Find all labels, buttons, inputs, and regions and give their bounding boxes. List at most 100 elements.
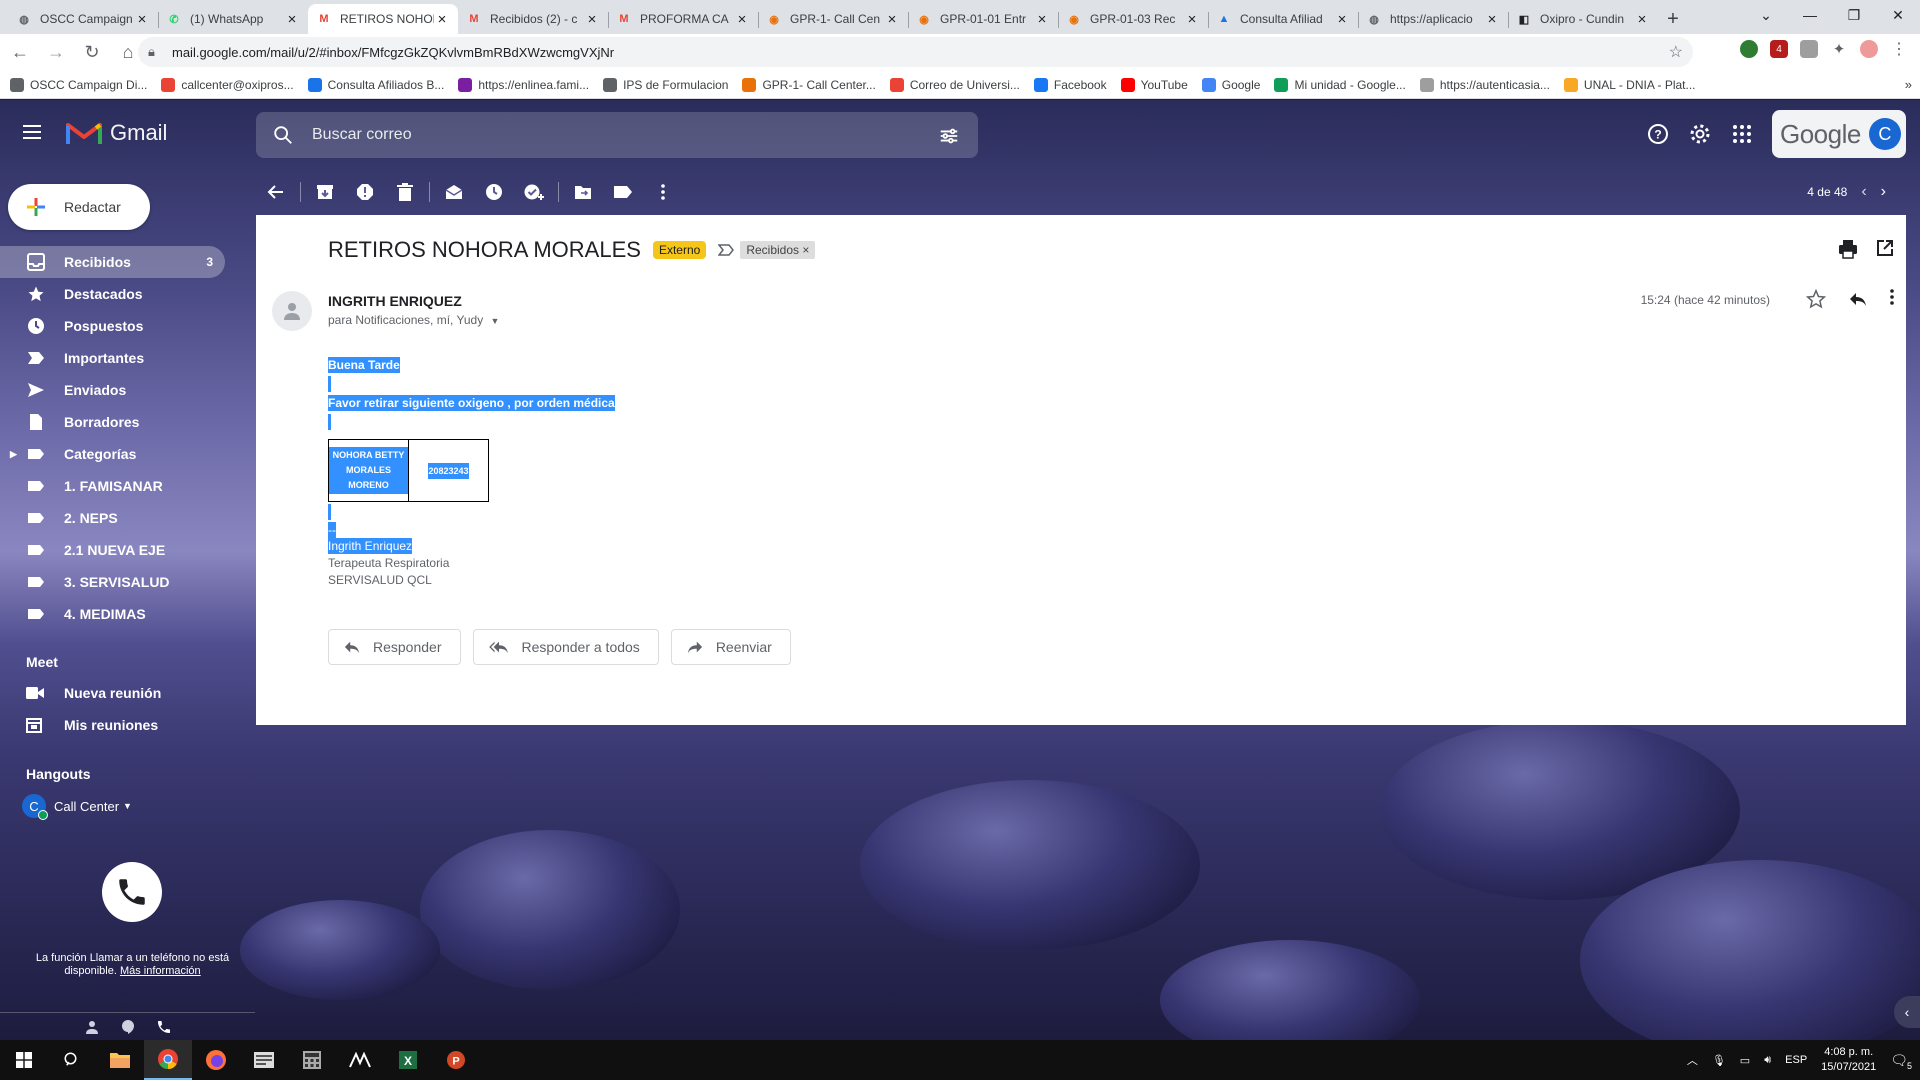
- tray-chevron-up-icon[interactable]: ︿: [1687, 1052, 1698, 1068]
- close-tab-icon[interactable]: ×: [1184, 11, 1200, 28]
- kebab-menu-icon[interactable]: ⋮: [1890, 40, 1908, 58]
- close-tab-icon[interactable]: ×: [1034, 11, 1050, 28]
- close-tab-icon[interactable]: ×: [1334, 11, 1350, 28]
- sidebar-item-1-famisanar[interactable]: 1. FAMISANAR: [0, 470, 225, 502]
- bookmark-item[interactable]: OSCC Campaign Di...: [10, 77, 147, 92]
- puzzle-icon[interactable]: ✦: [1830, 40, 1848, 58]
- account-avatar[interactable]: C: [1868, 118, 1901, 150]
- sidebar-item-2-1-nueva-eje[interactable]: 2.1 NUEVA EJE: [0, 534, 225, 566]
- excel-taskbar-icon[interactable]: X: [384, 1040, 432, 1080]
- bookmark-item[interactable]: GPR-1- Call Center...: [742, 77, 876, 92]
- archive-icon[interactable]: [305, 172, 345, 212]
- bookmarks-more-icon[interactable]: »: [1905, 77, 1912, 92]
- close-tab-icon[interactable]: ×: [884, 11, 900, 28]
- more-options-icon[interactable]: [643, 172, 683, 212]
- search-input[interactable]: Buscar correo: [312, 126, 412, 144]
- windows-start-icon[interactable]: [0, 1040, 48, 1080]
- side-panel-toggle-icon[interactable]: ‹: [1894, 996, 1920, 1028]
- bookmark-item[interactable]: Google: [1201, 77, 1260, 92]
- older-chevron-right-icon[interactable]: ›: [1881, 183, 1886, 201]
- reply-all-button[interactable]: Responder a todos: [472, 629, 659, 665]
- my-meetings-item[interactable]: Mis reuniones: [26, 717, 158, 733]
- tab-0[interactable]: ◍ OSCC Campaign ×: [8, 4, 158, 34]
- dropdown-arrow-icon[interactable]: ▼: [123, 801, 132, 811]
- google-account-button[interactable]: Google C: [1772, 110, 1906, 158]
- sidebar-item-enviados[interactable]: Enviados: [0, 374, 225, 406]
- powerpoint-taskbar-icon[interactable]: P: [432, 1040, 480, 1080]
- compose-button[interactable]: Redactar: [8, 184, 150, 230]
- snooze-clock-icon[interactable]: [474, 172, 514, 212]
- search-icon[interactable]: [272, 124, 294, 146]
- close-tab-icon[interactable]: ×: [284, 11, 300, 28]
- notifications-icon[interactable]: 🗨︎ 5: [1890, 1052, 1912, 1071]
- back-button[interactable]: ←: [4, 37, 36, 69]
- volume-icon[interactable]: 🔊︎: [1764, 1054, 1771, 1067]
- reply-icon[interactable]: [1848, 289, 1868, 309]
- settings-gear-icon[interactable]: [1688, 122, 1712, 146]
- bookmark-item[interactable]: IPS de Formulacion: [603, 77, 728, 92]
- bookmark-item[interactable]: https://enlinea.fami...: [458, 77, 589, 92]
- bookmark-star-icon[interactable]: ☆: [1669, 42, 1683, 62]
- bookmark-item[interactable]: https://autenticasia...: [1419, 77, 1550, 92]
- tab-9[interactable]: ◍ https://aplicacio ×: [1358, 4, 1508, 34]
- sidebar-item-3-servisalud[interactable]: 3. SERVISALUD: [0, 566, 225, 598]
- open-new-window-icon[interactable]: [1876, 239, 1894, 257]
- extension-shield-icon[interactable]: [1740, 40, 1758, 58]
- profile-icon[interactable]: [1860, 40, 1878, 58]
- input-language[interactable]: ESP: [1785, 1054, 1807, 1066]
- taskbar-search-icon[interactable]: [48, 1040, 96, 1080]
- sidebar-item-destacados[interactable]: Destacados: [0, 278, 225, 310]
- hangouts-quote-icon[interactable]: [120, 1019, 136, 1035]
- bookmark-item[interactable]: YouTube: [1120, 77, 1188, 92]
- sender-name[interactable]: INGRITH ENRIQUEZ: [328, 293, 462, 309]
- sidebar-item-importantes[interactable]: Importantes: [0, 342, 225, 374]
- file-explorer-icon[interactable]: [96, 1040, 144, 1080]
- back-to-inbox-button[interactable]: [256, 172, 296, 212]
- expand-caret-icon[interactable]: ▶: [10, 449, 17, 460]
- tab-1[interactable]: ✆ (1) WhatsApp ×: [158, 4, 308, 34]
- sidebar-item-borradores[interactable]: Borradores: [0, 406, 225, 438]
- new-meeting-item[interactable]: Nueva reunión: [26, 685, 161, 701]
- phone-tab-icon[interactable]: [156, 1019, 172, 1035]
- minimize-button[interactable]: —: [1788, 7, 1832, 23]
- taskbar-clock[interactable]: 4:08 p. m. 15/07/2021: [1821, 1045, 1876, 1075]
- tab-3[interactable]: M Recibidos (2) - c ×: [458, 4, 608, 34]
- sidebar-item-2-neps[interactable]: 2. NEPS: [0, 502, 225, 534]
- person-icon[interactable]: [84, 1019, 100, 1035]
- sidebar-item-pospuestos[interactable]: Pospuestos: [0, 310, 225, 342]
- mark-unread-icon[interactable]: [434, 172, 474, 212]
- bookmark-item[interactable]: Mi unidad - Google...: [1274, 77, 1406, 92]
- gmail-logo[interactable]: Gmail: [66, 120, 167, 146]
- delete-trash-icon[interactable]: [385, 172, 425, 212]
- network-icon[interactable]: ▭: [1740, 1054, 1750, 1067]
- help-icon[interactable]: ?: [1646, 122, 1670, 146]
- newer-chevron-left-icon[interactable]: ‹: [1861, 183, 1866, 201]
- show-details-icon[interactable]: ▼: [491, 316, 500, 326]
- forward-button[interactable]: →: [40, 37, 72, 69]
- tab-8[interactable]: ▲ Consulta Afiliad ×: [1208, 4, 1358, 34]
- importance-marker-icon[interactable]: [718, 244, 735, 256]
- bookmark-item[interactable]: Facebook: [1033, 77, 1107, 92]
- sender-avatar[interactable]: [272, 291, 312, 331]
- tab-5[interactable]: ◉ GPR-1- Call Cen ×: [758, 4, 908, 34]
- tab-10[interactable]: ◧ Oxipro - Cundin ×: [1508, 4, 1658, 34]
- address-bar[interactable]: 🔒︎ mail.google.com/mail/u/2/#inbox/FMfcg…: [138, 37, 1693, 67]
- search-options-icon[interactable]: [938, 125, 960, 147]
- close-tab-icon[interactable]: ×: [134, 11, 150, 28]
- hangouts-user-status[interactable]: C Call Center ▼: [22, 794, 132, 820]
- bookmark-item[interactable]: Correo de Universi...: [889, 77, 1020, 92]
- main-menu-icon[interactable]: [20, 120, 44, 144]
- close-window-button[interactable]: ✕: [1876, 7, 1920, 24]
- star-icon[interactable]: [1806, 289, 1826, 309]
- bookmark-item[interactable]: callcenter@oxipros...: [161, 77, 294, 92]
- label-chip-recibidos[interactable]: Recibidos ×: [740, 241, 816, 259]
- move-to-icon[interactable]: [563, 172, 603, 212]
- print-icon[interactable]: [1838, 239, 1858, 259]
- teamviewer-taskbar-icon[interactable]: [336, 1040, 384, 1080]
- maximize-button[interactable]: ❐: [1832, 7, 1876, 24]
- tab-search-button[interactable]: ⌄: [1744, 7, 1788, 24]
- tab-7[interactable]: ◉ GPR-01-03 Rec ×: [1058, 4, 1208, 34]
- extension-gray-icon[interactable]: [1800, 40, 1818, 58]
- reload-button[interactable]: ↻: [76, 37, 108, 69]
- firefox-taskbar-icon[interactable]: [192, 1040, 240, 1080]
